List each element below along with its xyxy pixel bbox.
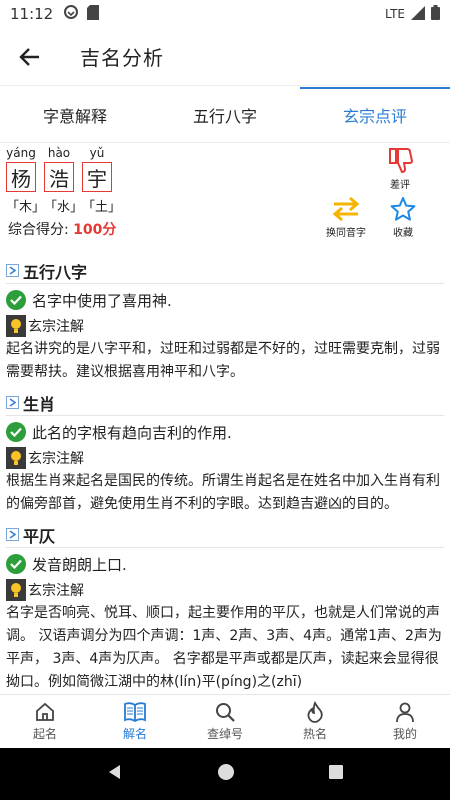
verdict-text: 名字中使用了喜用神. [32, 291, 172, 310]
char-wuxing: 「木」 [6, 200, 46, 215]
back-button[interactable] [0, 28, 60, 86]
lightbulb-icon [6, 315, 26, 337]
flame-icon [307, 701, 323, 723]
char-hanzi: 浩 [44, 162, 74, 192]
section-marker-icon [6, 396, 19, 409]
nav-item-chahuohao[interactable]: 查绰号 [180, 695, 270, 748]
search-icon [216, 703, 235, 722]
note-title: 玄宗注解 [28, 319, 84, 335]
char-hanzi: 杨 [6, 162, 36, 192]
tab-xuanzong-review[interactable]: 玄宗点评 [300, 87, 450, 142]
section-header: 五行八字 [6, 258, 444, 284]
thumbs-down-icon [389, 148, 414, 174]
nav-label: 查绰号 [206, 727, 243, 741]
name-char: yǔ 宇 [82, 146, 112, 192]
sync-icon [63, 4, 79, 24]
favorite-label: 收藏 [393, 228, 413, 239]
char-hanzi: 宇 [82, 162, 112, 192]
tab-char-meaning[interactable]: 字意解释 [0, 87, 150, 142]
triangle-back-icon [109, 765, 120, 779]
verdict-text: 此名的字根有趋向吉利的作用. [32, 423, 232, 442]
section-pingze: 平仄 发音朗朗上口. 玄宗注解 名字是否响亮、悦耳、顺口，起主要作用的平仄，也就… [6, 522, 444, 694]
battery-icon [431, 5, 440, 23]
tab-bar: 字意解释 五行八字 玄宗点评 [0, 87, 450, 143]
system-back-button[interactable] [106, 763, 124, 785]
favorite-button[interactable]: 收藏 [390, 196, 416, 239]
note-title: 玄宗注解 [28, 583, 84, 599]
char-pinyin: yǔ [89, 146, 105, 160]
section-title: 五行八字 [23, 262, 88, 282]
home-icon [36, 702, 54, 721]
check-icon [6, 554, 26, 574]
section-verdict: 此名的字根有趋向吉利的作用. [6, 420, 444, 444]
note-text: 名字是否响亮、悦耳、顺口，起主要作用的平仄，也就是人们常说的声调。 汉语声调分为… [6, 605, 442, 690]
book-icon [124, 702, 146, 723]
char-pinyin: yáng [6, 146, 36, 160]
nav-item-mine[interactable]: 我的 [360, 695, 450, 748]
char-wuxing: 「土」 [82, 200, 122, 215]
char-pinyin: hào [47, 146, 71, 160]
lightbulb-icon [6, 447, 26, 469]
name-chars: yáng 杨 hào 浩 yǔ 宇 [6, 146, 112, 192]
section-marker-icon [6, 528, 19, 541]
swap-arrows-icon [332, 196, 360, 222]
verdict-text: 发音朗朗上口. [32, 555, 127, 574]
name-char: yáng 杨 [6, 146, 36, 192]
note-title: 玄宗注解 [28, 451, 84, 467]
nav-label: 热名 [302, 727, 327, 741]
nav-label: 解名 [122, 727, 147, 741]
swap-label: 换同音字 [326, 228, 366, 239]
check-icon [6, 290, 26, 310]
note-text: 根据生肖来起名是国民的传统。所谓生肖起名是在姓名中加入生肖有利的偏旁部首，避免使… [6, 473, 440, 512]
note-header: 玄宗注解 [6, 446, 444, 470]
swap-homophone-button[interactable]: 换同音字 [326, 196, 366, 239]
nav-item-jieming[interactable]: 解名 [90, 695, 180, 748]
note-text: 起名讲究的是八字平和，过旺和过弱都是不好的，过旺需要克制，过弱需要帮扶。建议根据… [6, 341, 440, 380]
overall-score: 综合得分: 100分 [8, 219, 116, 239]
check-icon [6, 422, 26, 442]
square-recents-icon [329, 765, 343, 779]
wuxing-row: 「木」 「水」 「土」 [6, 196, 122, 215]
app-bar: 吉名分析 [0, 28, 450, 86]
section-marker-icon [6, 264, 19, 277]
section-zodiac: 生肖 此名的字根有趋向吉利的作用. 玄宗注解 根据生肖来起名是国民的传统。所谓生… [6, 390, 444, 516]
nav-label: 我的 [392, 727, 417, 741]
name-summary: yáng 杨 hào 浩 yǔ 宇 「木」 「水」 「土」 综合得分: 100分… [0, 144, 450, 244]
sd-card-icon [87, 4, 100, 24]
bottom-nav: 起名 解名 查绰号 热名 我的 [0, 694, 450, 748]
dislike-button[interactable]: 差评 [386, 146, 414, 191]
nav-item-qiming[interactable]: 起名 [0, 695, 90, 748]
section-title: 平仄 [23, 526, 56, 546]
page-title: 吉名分析 [80, 46, 164, 70]
section-verdict: 发音朗朗上口. [6, 552, 444, 576]
person-icon [396, 702, 414, 723]
status-time: 11:12 [10, 5, 54, 23]
section-verdict: 名字中使用了喜用神. [6, 288, 444, 312]
score-value: 100分 [73, 222, 117, 238]
system-nav-bar [0, 748, 450, 800]
dislike-label: 差评 [390, 180, 410, 191]
status-bar: 11:12 LTE [0, 0, 450, 28]
tab-wuxing-bazi[interactable]: 五行八字 [150, 87, 300, 142]
circle-home-icon [218, 764, 234, 780]
nav-label: 起名 [32, 727, 57, 741]
system-recents-button[interactable] [328, 764, 344, 784]
signal-icon [411, 5, 425, 23]
analysis-content[interactable]: 五行八字 名字中使用了喜用神. 玄宗注解 起名讲究的是八字平和，过旺和过弱都是不… [0, 258, 450, 694]
char-wuxing: 「水」 [44, 200, 84, 215]
note-header: 玄宗注解 [6, 578, 444, 602]
name-char: hào 浩 [44, 146, 74, 192]
score-label: 综合得分: [8, 222, 69, 238]
system-home-button[interactable] [216, 762, 236, 786]
star-icon [390, 197, 416, 221]
nav-item-reming[interactable]: 热名 [270, 695, 360, 748]
section-header: 生肖 [6, 390, 444, 416]
lightbulb-icon [6, 579, 26, 601]
network-type: LTE [385, 7, 405, 21]
section-wuxing: 五行八字 名字中使用了喜用神. 玄宗注解 起名讲究的是八字平和，过旺和过弱都是不… [6, 258, 444, 384]
section-header: 平仄 [6, 522, 444, 548]
arrow-left-icon [19, 47, 39, 66]
note-header: 玄宗注解 [6, 314, 444, 338]
section-title: 生肖 [23, 394, 56, 414]
